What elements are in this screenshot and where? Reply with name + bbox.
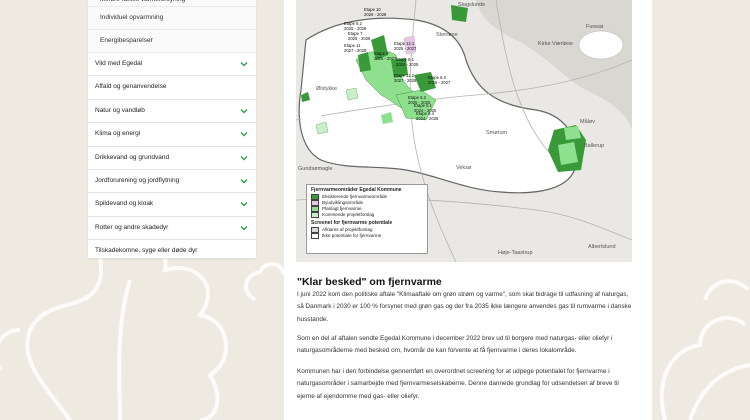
sidebar-subitem[interactable]: Mindre fælles varmeforsyning [88, 0, 256, 7]
sidebar-item-label: Drikkevand og grundvand [95, 153, 170, 161]
article-paragraph: Kommunen har i den forbindelse gennemfør… [297, 368, 619, 400]
chevron-down-icon [240, 155, 248, 161]
sidebar-item-spildevand[interactable]: Spildevand og kloak [88, 193, 256, 217]
article-heading: "Klar besked" om fjernvarme [297, 276, 442, 288]
chevron-down-icon [240, 108, 248, 114]
map-place-label: Furesø [586, 24, 604, 30]
sidebar-item-label: Jordforurening og jordflytning [95, 176, 180, 184]
etape-label: Etape 11.2 2027 - 2028 [394, 73, 417, 83]
legend-subtitle: Screenet for fjernvarme potentiale [311, 220, 393, 226]
map-place-label: Høje-Taastrup [498, 250, 533, 256]
sidebar-item-label: Vild med Egedal [95, 60, 143, 67]
sidebar-item-label: Natur og vandløb [95, 106, 145, 114]
chevron-down-icon [240, 225, 248, 231]
map-place-label: Måløv [580, 119, 595, 125]
map-place-label: Kirke Værløse [538, 41, 573, 47]
district-heating-map[interactable]: Slagslunde Furesø Kirke Værløse Måløv Ba… [296, 0, 632, 262]
chevron-down-icon [240, 62, 248, 67]
article-paragraph: Som en del af aftalen sendte Egedal Komm… [297, 335, 613, 355]
etape-label: Etape 8.1 2024 - 2025 [396, 57, 419, 67]
main-content: Slagslunde Furesø Kirke Værløse Måløv Ba… [284, 0, 652, 420]
sidebar-item-klima[interactable]: Klima og energi [88, 123, 256, 147]
legend-title: Fjernvarmeområder Egedal Kommune [311, 187, 402, 193]
map-place-label: Ballerup [584, 143, 605, 149]
sidebar-item-vild-med-egedal[interactable]: Vild med Egedal [88, 53, 256, 77]
sidebar-item-label: Tilskadekomne, syge eller døde dyr [95, 247, 198, 255]
sidebar-item-label: Klima og energi [95, 130, 141, 138]
map-place-label: Albertslund [588, 244, 616, 250]
etape-label: Etape 9.4 2024 - 2025 [416, 111, 439, 121]
etape-label: Etape 10 2026 - 2028 [364, 7, 387, 17]
etape-label: Etape 12.1 2025 - 2027 [394, 41, 417, 51]
legend-entry: Ikke potentiale for fjernvarme [311, 233, 423, 239]
sidebar-subitem[interactable]: Individuel opvarmning [88, 7, 256, 30]
map-place-label: Slagslunde [458, 2, 486, 8]
sidebar-item-rotter[interactable]: Rotter og andre skadedyr [88, 217, 256, 241]
map-place-label: Gundsømagle [298, 166, 333, 172]
etape-label: Etape 7 2025 - 2026 [348, 31, 371, 41]
etape-label: Etape 8.2 2025 - 2026 [344, 21, 367, 31]
sidebar-item-label: Spildevand og kloak [95, 200, 154, 208]
legend-entry: Kommende projektforslag [311, 212, 423, 218]
chevron-down-icon [240, 132, 248, 137]
sidebar-item-natur[interactable]: Natur og vandløb [88, 100, 256, 124]
etape-label: Etape 9 2025 - 2027 [374, 51, 397, 61]
etape-label: Etape 11 2027 - 2028 [344, 43, 367, 53]
sidebar-item-label: Rotter og andre skadedyr [95, 223, 169, 231]
sidebar-subitem[interactable]: Energibesparelser [88, 30, 256, 53]
article-paragraph: I juni 2022 kom den politiske aftale "Kl… [297, 291, 632, 323]
map-place-label: Ølstykke [316, 86, 338, 92]
map-place-label: Stenløse [436, 32, 458, 38]
etape-label: Etape 6.3 2026 - 2027 [428, 75, 451, 85]
sidebar-item-tilskadekomne[interactable]: Tilskadekomne, syge eller døde dyr [88, 240, 256, 262]
map-place-label: Smørum [486, 130, 508, 136]
map-legend: Fjernvarmeområder Egedal Kommune Eksiste… [306, 184, 428, 254]
sidebar-item-affald[interactable]: Affald og genanvendelse [88, 76, 256, 100]
sidebar-nav: Mindre fælles varmeforsyning Individuel … [88, 0, 256, 258]
map-place-label: Veksø [456, 165, 472, 171]
sidebar-item-drikkevand[interactable]: Drikkevand og grundvand [88, 147, 256, 170]
sidebar-item-jordforurening[interactable]: Jordforurening og jordflytning [88, 170, 256, 194]
chevron-down-icon [240, 178, 248, 184]
chevron-down-icon [240, 202, 248, 207]
sidebar-item-label: Affald og genanvendelse [95, 83, 167, 91]
